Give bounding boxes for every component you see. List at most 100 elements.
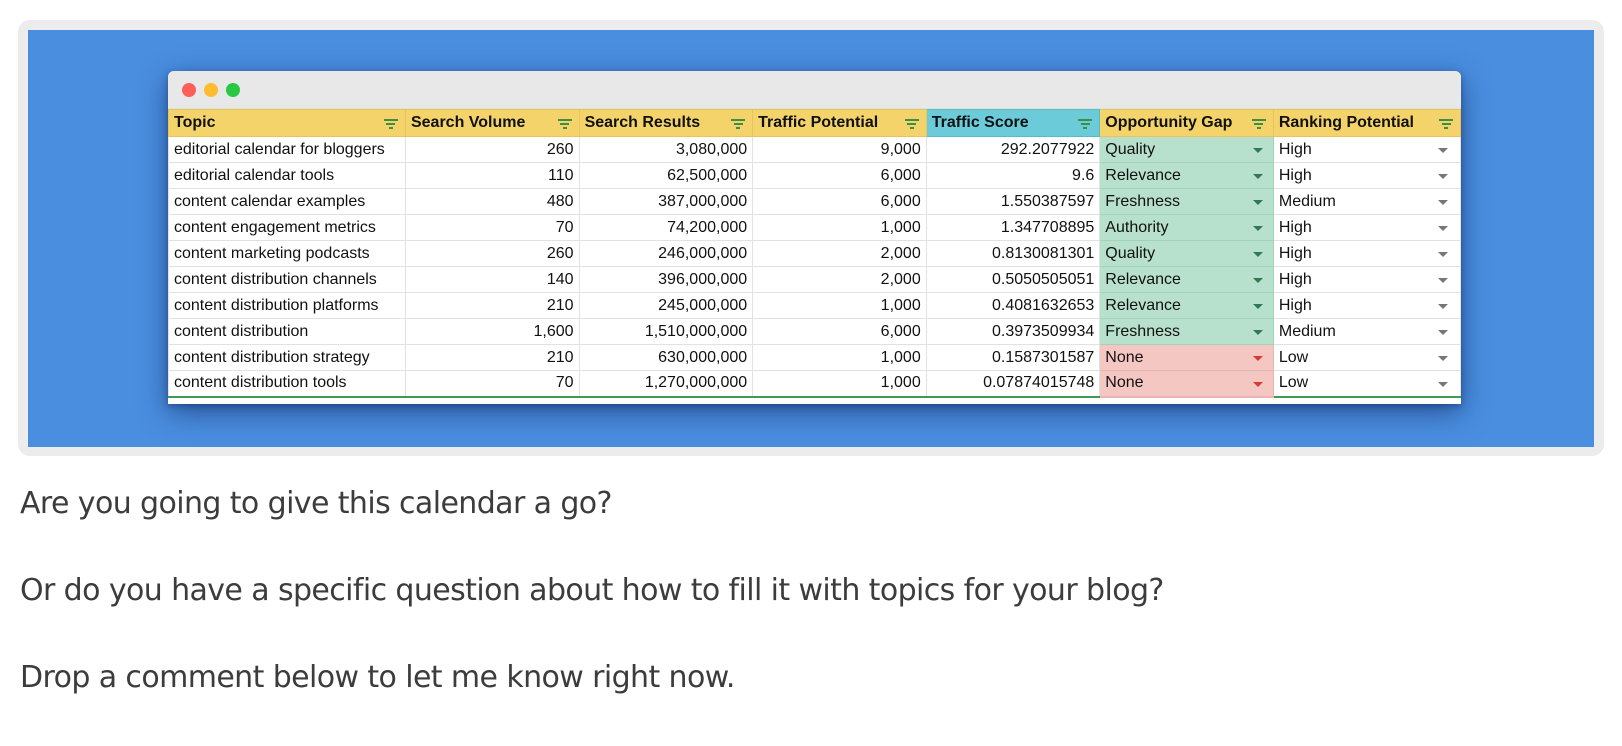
filter-icon[interactable] (1078, 119, 1093, 129)
minimize-window-icon[interactable] (204, 83, 218, 97)
traffic-potential-cell[interactable]: 6,000 (752, 162, 927, 189)
traffic-score-cell[interactable]: 0.3973509934 (925, 318, 1101, 345)
column-header[interactable]: Ranking Potential (1272, 109, 1461, 137)
dropdown-arrow-icon[interactable] (1438, 148, 1448, 153)
opportunity-gap-dropdown[interactable]: Authority (1099, 214, 1274, 241)
ranking-potential-dropdown[interactable]: High (1272, 162, 1461, 189)
search-volume-cell[interactable]: 70 (404, 370, 580, 398)
opportunity-gap-dropdown[interactable]: Quality (1099, 240, 1274, 267)
traffic-potential-cell[interactable]: 6,000 (752, 318, 927, 345)
ranking-potential-dropdown[interactable]: Low (1272, 370, 1461, 398)
search-results-cell[interactable]: 62,500,000 (578, 162, 754, 189)
filter-icon[interactable] (557, 119, 572, 129)
opportunity-gap-dropdown[interactable]: Relevance (1099, 162, 1274, 189)
dropdown-arrow-icon[interactable] (1438, 252, 1448, 257)
traffic-potential-cell[interactable]: 1,000 (752, 214, 927, 241)
traffic-score-cell[interactable]: 0.8130081301 (925, 240, 1101, 267)
dropdown-arrow-icon[interactable] (1252, 148, 1263, 153)
column-header[interactable]: Opportunity Gap (1099, 109, 1274, 137)
traffic-potential-cell[interactable]: 1,000 (752, 292, 927, 319)
traffic-score-cell[interactable]: 0.1587301587 (925, 344, 1101, 371)
ranking-potential-dropdown[interactable]: High (1272, 214, 1461, 241)
dropdown-arrow-icon[interactable] (1252, 330, 1263, 335)
search-results-cell[interactable]: 630,000,000 (578, 344, 754, 371)
search-results-cell[interactable]: 396,000,000 (578, 266, 754, 293)
ranking-potential-dropdown[interactable]: Medium (1272, 318, 1461, 345)
search-results-cell[interactable]: 1,510,000,000 (578, 318, 754, 345)
opportunity-gap-dropdown[interactable]: Relevance (1099, 266, 1274, 293)
topic-cell[interactable]: content distribution tools (168, 370, 406, 398)
traffic-score-cell[interactable]: 0.5050505051 (925, 266, 1101, 293)
dropdown-arrow-icon[interactable] (1252, 356, 1263, 361)
filter-icon[interactable] (731, 119, 746, 129)
search-results-cell[interactable]: 1,270,000,000 (578, 370, 754, 398)
dropdown-arrow-icon[interactable] (1252, 226, 1263, 231)
dropdown-arrow-icon[interactable] (1252, 304, 1263, 309)
search-results-cell[interactable]: 245,000,000 (578, 292, 754, 319)
topic-cell[interactable]: content distribution strategy (168, 344, 406, 371)
traffic-score-cell[interactable]: 1.347708895 (925, 214, 1101, 241)
traffic-score-cell[interactable]: 1.550387597 (925, 188, 1101, 215)
dropdown-arrow-icon[interactable] (1438, 330, 1448, 335)
column-header[interactable]: Search Results (578, 109, 754, 137)
traffic-potential-cell[interactable]: 9,000 (752, 136, 927, 163)
dropdown-arrow-icon[interactable] (1438, 356, 1448, 361)
dropdown-arrow-icon[interactable] (1252, 252, 1263, 257)
search-volume-cell[interactable]: 210 (404, 344, 580, 371)
search-volume-cell[interactable]: 480 (404, 188, 580, 215)
topic-cell[interactable]: content calendar examples (168, 188, 406, 215)
ranking-potential-dropdown[interactable]: High (1272, 136, 1461, 163)
traffic-potential-cell[interactable]: 1,000 (752, 370, 927, 398)
dropdown-arrow-icon[interactable] (1252, 278, 1263, 283)
traffic-potential-cell[interactable]: 2,000 (752, 240, 927, 267)
ranking-potential-dropdown[interactable]: High (1272, 292, 1461, 319)
filter-icon[interactable] (1251, 119, 1266, 129)
column-header[interactable]: Search Volume (404, 109, 580, 137)
search-volume-cell[interactable]: 210 (404, 292, 580, 319)
opportunity-gap-dropdown[interactable]: Relevance (1099, 292, 1274, 319)
topic-cell[interactable]: editorial calendar tools (168, 162, 406, 189)
opportunity-gap-dropdown[interactable]: Quality (1099, 136, 1274, 163)
dropdown-arrow-icon[interactable] (1252, 382, 1263, 387)
ranking-potential-dropdown[interactable]: Low (1272, 344, 1461, 371)
traffic-potential-cell[interactable]: 2,000 (752, 266, 927, 293)
dropdown-arrow-icon[interactable] (1438, 278, 1448, 283)
dropdown-arrow-icon[interactable] (1438, 226, 1448, 231)
column-header[interactable]: Traffic Potential (752, 109, 927, 137)
opportunity-gap-dropdown[interactable]: Freshness (1099, 318, 1274, 345)
search-volume-cell[interactable]: 110 (404, 162, 580, 189)
filter-icon[interactable] (904, 119, 919, 129)
search-results-cell[interactable]: 3,080,000 (578, 136, 754, 163)
search-results-cell[interactable]: 74,200,000 (578, 214, 754, 241)
column-header[interactable]: Topic (168, 109, 406, 137)
topic-cell[interactable]: content distribution (168, 318, 406, 345)
filter-icon[interactable] (1439, 119, 1453, 129)
maximize-window-icon[interactable] (226, 83, 240, 97)
close-window-icon[interactable] (182, 83, 196, 97)
column-header[interactable]: Traffic Score (925, 109, 1101, 137)
topic-cell[interactable]: content distribution platforms (168, 292, 406, 319)
traffic-score-cell[interactable]: 0.07874015748 (925, 370, 1101, 398)
traffic-score-cell[interactable]: 9.6 (925, 162, 1101, 189)
dropdown-arrow-icon[interactable] (1252, 174, 1263, 179)
ranking-potential-dropdown[interactable]: Medium (1272, 188, 1461, 215)
dropdown-arrow-icon[interactable] (1438, 382, 1448, 387)
search-volume-cell[interactable]: 70 (404, 214, 580, 241)
dropdown-arrow-icon[interactable] (1252, 200, 1263, 205)
dropdown-arrow-icon[interactable] (1438, 174, 1448, 179)
topic-cell[interactable]: editorial calendar for bloggers (168, 136, 406, 163)
search-results-cell[interactable]: 246,000,000 (578, 240, 754, 267)
traffic-potential-cell[interactable]: 1,000 (752, 344, 927, 371)
topic-cell[interactable]: content engagement metrics (168, 214, 406, 241)
ranking-potential-dropdown[interactable]: High (1272, 266, 1461, 293)
search-volume-cell[interactable]: 260 (404, 136, 580, 163)
filter-icon[interactable] (383, 119, 398, 129)
search-volume-cell[interactable]: 140 (404, 266, 580, 293)
opportunity-gap-dropdown[interactable]: None (1099, 344, 1274, 371)
ranking-potential-dropdown[interactable]: High (1272, 240, 1461, 267)
search-volume-cell[interactable]: 260 (404, 240, 580, 267)
search-volume-cell[interactable]: 1,600 (404, 318, 580, 345)
traffic-score-cell[interactable]: 0.4081632653 (925, 292, 1101, 319)
traffic-score-cell[interactable]: 292.2077922 (925, 136, 1101, 163)
opportunity-gap-dropdown[interactable]: Freshness (1099, 188, 1274, 215)
